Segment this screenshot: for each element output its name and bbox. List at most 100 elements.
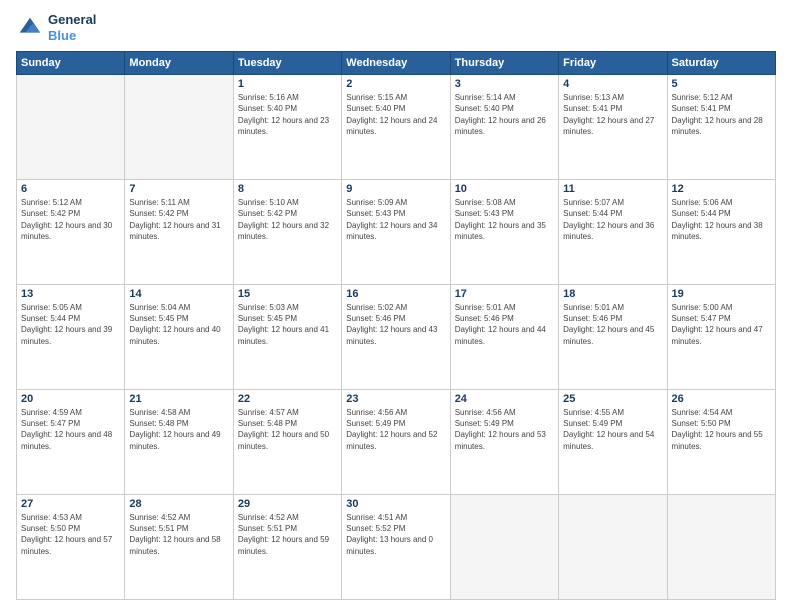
day-number: 18 [563, 288, 662, 300]
calendar-cell [450, 495, 558, 600]
day-info: Sunrise: 4:53 AMSunset: 5:50 PMDaylight:… [21, 512, 120, 557]
day-info: Sunrise: 4:52 AMSunset: 5:51 PMDaylight:… [129, 512, 228, 557]
day-number: 21 [129, 393, 228, 405]
day-info: Sunrise: 5:12 AMSunset: 5:42 PMDaylight:… [21, 197, 120, 242]
calendar-cell: 24Sunrise: 4:56 AMSunset: 5:49 PMDayligh… [450, 390, 558, 495]
weekday-header-wednesday: Wednesday [342, 52, 450, 75]
day-info: Sunrise: 5:10 AMSunset: 5:42 PMDaylight:… [238, 197, 337, 242]
calendar-cell: 7 Sunrise: 5:11 AMSunset: 5:42 PMDaylight… [125, 180, 233, 285]
calendar-cell: 6Sunrise: 5:12 AMSunset: 5:42 PMDaylight… [17, 180, 125, 285]
day-info: Sunrise: 5:03 AMSunset: 5:45 PMDaylight:… [238, 302, 337, 347]
week-row-1: 1 Sunrise: 5:16 AMSunset: 5:40 PMDaylight… [17, 75, 776, 180]
calendar-cell: 1 Sunrise: 5:16 AMSunset: 5:40 PMDaylight… [233, 75, 341, 180]
week-row-3: 13 Sunrise: 5:05 AMSunset: 5:44 PMDayligh… [17, 285, 776, 390]
calendar-cell: 29 Sunrise: 4:52 AMSunset: 5:51 PMDayligh… [233, 495, 341, 600]
day-info: Sunrise: 5:12 AMSunset: 5:41 PMDaylight:… [672, 92, 771, 137]
day-info: Sunrise: 5:14 AMSunset: 5:40 PMDaylight:… [455, 92, 554, 137]
week-row-5: 27 Sunrise: 4:53 AMSunset: 5:50 PMDayligh… [17, 495, 776, 600]
calendar-cell: 20Sunrise: 4:59 AMSunset: 5:47 PMDayligh… [17, 390, 125, 495]
day-info: Sunrise: 5:01 AMSunset: 5:46 PMDaylight:… [455, 302, 554, 347]
day-number: 19 [672, 288, 771, 300]
calendar-cell: 15 Sunrise: 5:03 AMSunset: 5:45 PMDayligh… [233, 285, 341, 390]
calendar-cell [667, 495, 775, 600]
day-info: Sunrise: 4:59 AMSunset: 5:47 PMDaylight:… [21, 407, 120, 452]
day-number: 26 [672, 393, 771, 405]
calendar-cell [17, 75, 125, 180]
day-info: Sunrise: 4:57 AMSunset: 5:48 PMDaylight:… [238, 407, 337, 452]
day-info: Sunrise: 5:02 AMSunset: 5:46 PMDaylight:… [346, 302, 445, 347]
calendar-cell: 14 Sunrise: 5:04 AMSunset: 5:45 PMDayligh… [125, 285, 233, 390]
weekday-header-monday: Monday [125, 52, 233, 75]
calendar-cell: 13 Sunrise: 5:05 AMSunset: 5:44 PMDayligh… [17, 285, 125, 390]
day-info: Sunrise: 5:01 AMSunset: 5:46 PMDaylight:… [563, 302, 662, 347]
calendar-cell: 28 Sunrise: 4:52 AMSunset: 5:51 PMDayligh… [125, 495, 233, 600]
day-info: Sunrise: 5:16 AMSunset: 5:40 PMDaylight:… [238, 92, 337, 137]
day-number: 7 [129, 183, 228, 195]
day-info: Sunrise: 5:08 AMSunset: 5:43 PMDaylight:… [455, 197, 554, 242]
calendar-cell: 17 Sunrise: 5:01 AMSunset: 5:46 PMDayligh… [450, 285, 558, 390]
day-number: 10 [455, 183, 554, 195]
day-info: Sunrise: 4:51 AMSunset: 5:52 PMDaylight:… [346, 512, 445, 557]
day-number: 16 [346, 288, 445, 300]
week-row-2: 6Sunrise: 5:12 AMSunset: 5:42 PMDaylight… [17, 180, 776, 285]
calendar-cell: 25Sunrise: 4:55 AMSunset: 5:49 PMDayligh… [559, 390, 667, 495]
calendar-cell [559, 495, 667, 600]
day-info: Sunrise: 5:11 AMSunset: 5:42 PMDaylight:… [129, 197, 228, 242]
day-number: 12 [672, 183, 771, 195]
calendar-cell: 8 Sunrise: 5:10 AMSunset: 5:42 PMDaylight… [233, 180, 341, 285]
day-number: 11 [563, 183, 662, 195]
page: General Blue SundayMondayTuesdayWednesda… [0, 0, 792, 612]
day-info: Sunrise: 5:05 AMSunset: 5:44 PMDaylight:… [21, 302, 120, 347]
day-number: 23 [346, 393, 445, 405]
day-number: 8 [238, 183, 337, 195]
weekday-header-sunday: Sunday [17, 52, 125, 75]
day-number: 4 [563, 78, 662, 90]
day-number: 22 [238, 393, 337, 405]
weekday-header-friday: Friday [559, 52, 667, 75]
day-number: 5 [672, 78, 771, 90]
calendar-cell: 18 Sunrise: 5:01 AMSunset: 5:46 PMDayligh… [559, 285, 667, 390]
calendar-table: SundayMondayTuesdayWednesdayThursdayFrid… [16, 51, 776, 600]
day-number: 9 [346, 183, 445, 195]
logo-icon [16, 14, 44, 42]
week-row-4: 20Sunrise: 4:59 AMSunset: 5:47 PMDayligh… [17, 390, 776, 495]
day-info: Sunrise: 5:06 AMSunset: 5:44 PMDaylight:… [672, 197, 771, 242]
day-number: 15 [238, 288, 337, 300]
calendar-cell: 16 Sunrise: 5:02 AMSunset: 5:46 PMDayligh… [342, 285, 450, 390]
calendar-cell: 21 Sunrise: 4:58 AMSunset: 5:48 PMDayligh… [125, 390, 233, 495]
calendar-cell: 23 Sunrise: 4:56 AMSunset: 5:49 PMDayligh… [342, 390, 450, 495]
calendar-cell: 10 Sunrise: 5:08 AMSunset: 5:43 PMDayligh… [450, 180, 558, 285]
calendar-cell [125, 75, 233, 180]
day-number: 28 [129, 498, 228, 510]
header: General Blue [16, 12, 776, 43]
calendar-cell: 4 Sunrise: 5:13 AMSunset: 5:41 PMDaylight… [559, 75, 667, 180]
weekday-header-thursday: Thursday [450, 52, 558, 75]
day-info: Sunrise: 5:07 AMSunset: 5:44 PMDaylight:… [563, 197, 662, 242]
calendar-cell: 11 Sunrise: 5:07 AMSunset: 5:44 PMDayligh… [559, 180, 667, 285]
calendar-cell: 5 Sunrise: 5:12 AMSunset: 5:41 PMDaylight… [667, 75, 775, 180]
calendar-cell: 12 Sunrise: 5:06 AMSunset: 5:44 PMDayligh… [667, 180, 775, 285]
day-number: 30 [346, 498, 445, 510]
day-info: Sunrise: 5:00 AMSunset: 5:47 PMDaylight:… [672, 302, 771, 347]
day-info: Sunrise: 4:58 AMSunset: 5:48 PMDaylight:… [129, 407, 228, 452]
day-info: Sunrise: 4:52 AMSunset: 5:51 PMDaylight:… [238, 512, 337, 557]
day-number: 17 [455, 288, 554, 300]
day-info: Sunrise: 5:04 AMSunset: 5:45 PMDaylight:… [129, 302, 228, 347]
day-info: Sunrise: 5:13 AMSunset: 5:41 PMDaylight:… [563, 92, 662, 137]
day-number: 2 [346, 78, 445, 90]
calendar-cell: 9Sunrise: 5:09 AMSunset: 5:43 PMDaylight… [342, 180, 450, 285]
day-number: 1 [238, 78, 337, 90]
logo: General Blue [16, 12, 96, 43]
day-info: Sunrise: 4:56 AMSunset: 5:49 PMDaylight:… [346, 407, 445, 452]
day-number: 14 [129, 288, 228, 300]
calendar-cell: 19 Sunrise: 5:00 AMSunset: 5:47 PMDayligh… [667, 285, 775, 390]
day-number: 24 [455, 393, 554, 405]
day-number: 27 [21, 498, 120, 510]
day-number: 29 [238, 498, 337, 510]
calendar-cell: 30 Sunrise: 4:51 AMSunset: 5:52 PMDayligh… [342, 495, 450, 600]
logo-text: General Blue [48, 12, 96, 43]
calendar-cell: 26Sunrise: 4:54 AMSunset: 5:50 PMDayligh… [667, 390, 775, 495]
weekday-header-saturday: Saturday [667, 52, 775, 75]
day-number: 13 [21, 288, 120, 300]
calendar-cell: 22 Sunrise: 4:57 AMSunset: 5:48 PMDayligh… [233, 390, 341, 495]
